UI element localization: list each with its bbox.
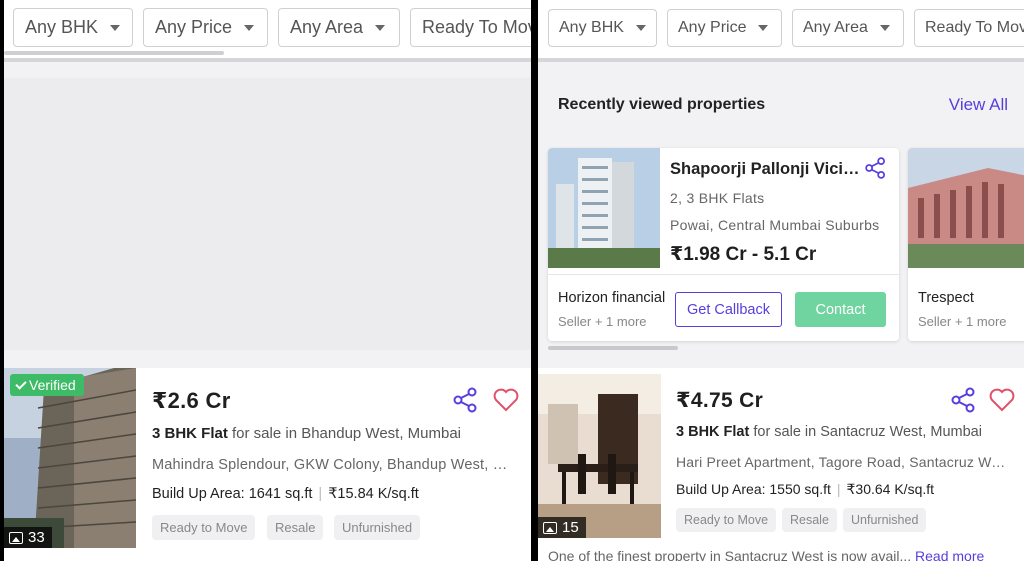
seller-name: Trespect xyxy=(918,290,974,306)
chevron-down-icon xyxy=(879,25,890,31)
listing-price: ₹2.6 Cr xyxy=(152,388,231,413)
seller-subtext: Seller + 1 more xyxy=(558,314,647,329)
interior-photo xyxy=(538,374,661,538)
listing-description: One of the finest property in Santacruz … xyxy=(548,548,984,561)
price-filter[interactable]: Any Price xyxy=(143,8,268,47)
tag-ready: Ready to Move xyxy=(152,515,256,540)
filter-bar: Any BHK Any Price Any Area Ready To Move xyxy=(538,0,1024,62)
seller-name: Horizon financial xyxy=(558,290,666,306)
price-filter[interactable]: Any Price xyxy=(667,9,782,47)
check-icon xyxy=(15,377,27,390)
listing-address: Mahindra Splendour, GKW Colony, Bhandup … xyxy=(152,457,510,473)
tag-resale: Resale xyxy=(782,508,837,532)
image-icon xyxy=(9,531,23,544)
project-name[interactable]: Shapoorji Pallonji Vicinia xyxy=(670,160,862,179)
ad-placeholder xyxy=(4,78,531,350)
listing-card[interactable]: 15 ₹4.75 Cr 3 BHK Flat for sale in Santa… xyxy=(538,368,1024,561)
project-photo xyxy=(908,148,1024,268)
chevron-down-icon xyxy=(375,24,386,31)
project-config: 2, 3 BHK Flats xyxy=(670,190,765,206)
recent-property-card[interactable]: Shapoorji Pallonji Vicinia 2, 3 BHK Flat… xyxy=(548,148,899,341)
photo-count: 15 xyxy=(538,517,586,538)
image-icon xyxy=(543,521,557,534)
heart-icon[interactable] xyxy=(988,386,1016,414)
view-all-link[interactable]: View All xyxy=(949,95,1008,115)
bhk-filter[interactable]: Any BHK xyxy=(13,8,133,47)
chevron-down-icon xyxy=(110,24,121,31)
status-filter[interactable]: Ready To Move xyxy=(410,8,531,47)
get-callback-button[interactable]: Get Callback xyxy=(675,292,782,327)
listing-area: Build Up Area: 1550 sq.ft | ₹30.64 K/sq.ft xyxy=(676,481,935,497)
chevron-down-icon xyxy=(635,25,646,31)
tag-furnishing: Unfurnished xyxy=(843,508,927,532)
read-more-link[interactable]: Read more xyxy=(915,548,984,561)
chevron-down-icon xyxy=(244,24,255,31)
listing-photo[interactable]: Verified 33 xyxy=(4,368,136,548)
listing-area: Build Up Area: 1641 sq.ft | ₹15.84 K/sq.ft xyxy=(152,486,419,502)
area-filter[interactable]: Any Area xyxy=(792,9,904,47)
right-screen: Any BHK Any Price Any Area Ready To Move… xyxy=(538,0,1024,561)
heart-icon[interactable] xyxy=(492,386,520,414)
listing-price: ₹4.75 Cr xyxy=(676,389,764,412)
photo-count: 33 xyxy=(4,527,52,548)
share-icon[interactable] xyxy=(950,386,978,414)
listing-card[interactable]: Verified 33 ₹2.6 Cr 3 BHK Flat for sale … xyxy=(4,368,531,561)
verified-badge: Verified xyxy=(10,374,84,396)
recently-viewed-heading: Recently viewed properties xyxy=(558,96,766,113)
listing-title[interactable]: 3 BHK Flat for sale in Santacruz West, M… xyxy=(676,424,998,440)
share-icon[interactable] xyxy=(864,156,888,180)
area-filter[interactable]: Any Area xyxy=(278,8,400,47)
project-price: ₹1.98 Cr - 5.1 Cr xyxy=(670,244,817,265)
filter-scrollbar[interactable] xyxy=(4,51,224,55)
recent-property-card[interactable]: Trespect Seller + 1 more xyxy=(908,148,1024,341)
listing-photo[interactable]: 15 xyxy=(538,374,661,538)
tag-resale: Resale xyxy=(267,515,324,540)
project-location: Powai, Central Mumbai Suburbs xyxy=(670,217,880,233)
divider xyxy=(548,274,899,275)
left-screen: Any BHK Any Price Any Area Ready To Mo ve xyxy=(4,0,531,561)
tag-ready: Ready to Move xyxy=(676,508,777,532)
filter-bar: Any BHK Any Price Any Area Ready To Move xyxy=(4,0,531,62)
chevron-down-icon xyxy=(758,25,769,31)
seller-subtext: Seller + 1 more xyxy=(918,314,1007,329)
listing-title[interactable]: 3 BHK Flat for sale in Bhandup West, Mum… xyxy=(152,425,492,442)
project-photo xyxy=(548,148,660,268)
bhk-filter[interactable]: Any BHK xyxy=(548,9,657,47)
carousel-scrollbar[interactable] xyxy=(548,346,678,350)
tag-furnishing: Unfurnished xyxy=(334,515,421,540)
share-icon[interactable] xyxy=(452,386,480,414)
listing-address: Hari Preet Apartment, Tagore Road, Santa… xyxy=(676,454,1006,470)
contact-button[interactable]: Contact xyxy=(795,292,886,327)
status-filter[interactable]: Ready To Move xyxy=(914,9,1024,47)
